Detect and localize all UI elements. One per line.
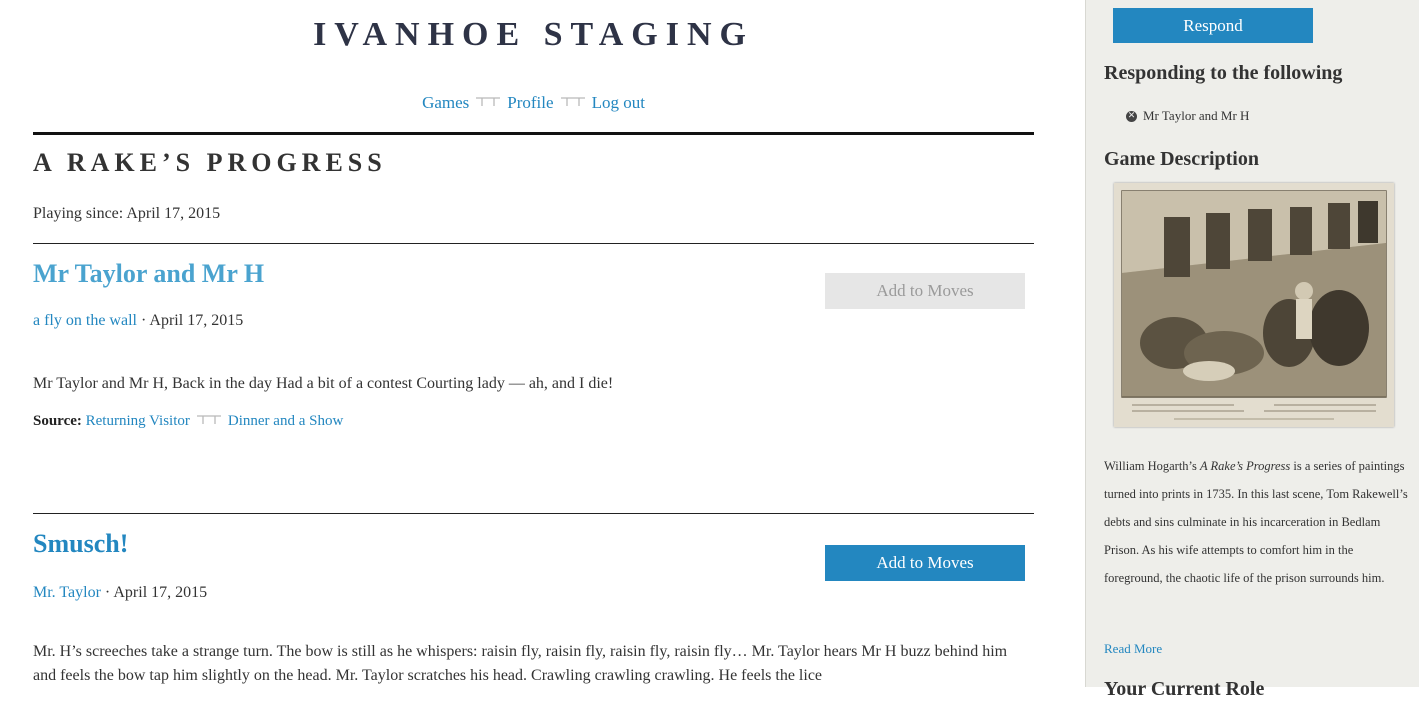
remove-icon[interactable]: ✕ <box>1126 110 1137 122</box>
responding-heading: Responding to the following <box>1104 62 1343 84</box>
game-description-heading: Game Description <box>1104 148 1259 170</box>
post-meta: Mr. Taylor · April 17, 2015 <box>33 584 207 602</box>
header-divider <box>33 132 1034 135</box>
nav-games-link[interactable]: Games <box>422 93 469 112</box>
post-source: Source: Returning Visitor Dinner and a Sh… <box>33 413 343 430</box>
description-title-emphasis: A Rake’s Progress <box>1200 459 1291 473</box>
post-meta: a fly on the wall · April 17, 2015 <box>33 312 243 330</box>
game-description-text: William Hogarth’s A Rake’s Progress is a… <box>1104 452 1412 592</box>
post-author-link[interactable]: a fly on the wall <box>33 312 137 329</box>
site-title: IVANHOE STAGING <box>313 16 754 53</box>
sidebar: Respond Responding to the following ✕ Mr … <box>1085 0 1419 700</box>
current-role-heading: Your Current Role <box>1104 678 1265 700</box>
source-link[interactable]: Dinner and a Show <box>228 413 343 429</box>
post-body: Mr. H’s screeches take a strange turn. T… <box>33 643 1008 684</box>
post-title-link[interactable]: Mr Taylor and Mr H <box>33 259 264 289</box>
post-card: Smusch! Add to Moves Mr. Taylor · April … <box>33 529 1034 689</box>
responding-item-label: Mr Taylor and Mr H <box>1143 108 1250 123</box>
post-card: Mr Taylor and Mr H Add to Moves a fly on… <box>33 259 1034 489</box>
responding-item: ✕ Mr Taylor and Mr H <box>1126 108 1249 124</box>
respond-button[interactable]: Respond <box>1113 8 1313 43</box>
source-separator-icon <box>196 415 221 424</box>
nav-separator-icon <box>476 97 501 106</box>
add-to-moves-button[interactable]: Add to Moves <box>825 545 1025 581</box>
playing-since: Playing since: April 17, 2015 <box>33 205 221 222</box>
post-title-link[interactable]: Smusch! <box>33 529 128 559</box>
nav-profile-link[interactable]: Profile <box>507 93 553 112</box>
read-more-link[interactable]: Read More <box>1104 641 1162 657</box>
post-body: Mr Taylor and Mr H, Back in the day Had … <box>33 375 614 392</box>
post-date: · April 17, 2015 <box>140 312 244 329</box>
nav-logout-link[interactable]: Log out <box>592 93 645 112</box>
source-link[interactable]: Returning Visitor <box>86 413 190 429</box>
nav-separator-icon <box>560 97 585 106</box>
game-painting-image <box>1114 183 1394 427</box>
main-nav: Games Profile Log out <box>33 93 1034 113</box>
post-divider <box>33 243 1034 244</box>
game-title: A RAKE’S PROGRESS <box>33 148 387 177</box>
description-text-part: William Hogarth’s <box>1104 459 1201 473</box>
description-text-part: is a series of paintings turned into pri… <box>1104 459 1408 585</box>
post-author-link[interactable]: Mr. Taylor <box>33 584 101 601</box>
post-date: · April 17, 2015 <box>104 584 208 601</box>
post-divider <box>33 513 1034 514</box>
source-label: Source: <box>33 413 82 429</box>
add-to-moves-button[interactable]: Add to Moves <box>825 273 1025 309</box>
